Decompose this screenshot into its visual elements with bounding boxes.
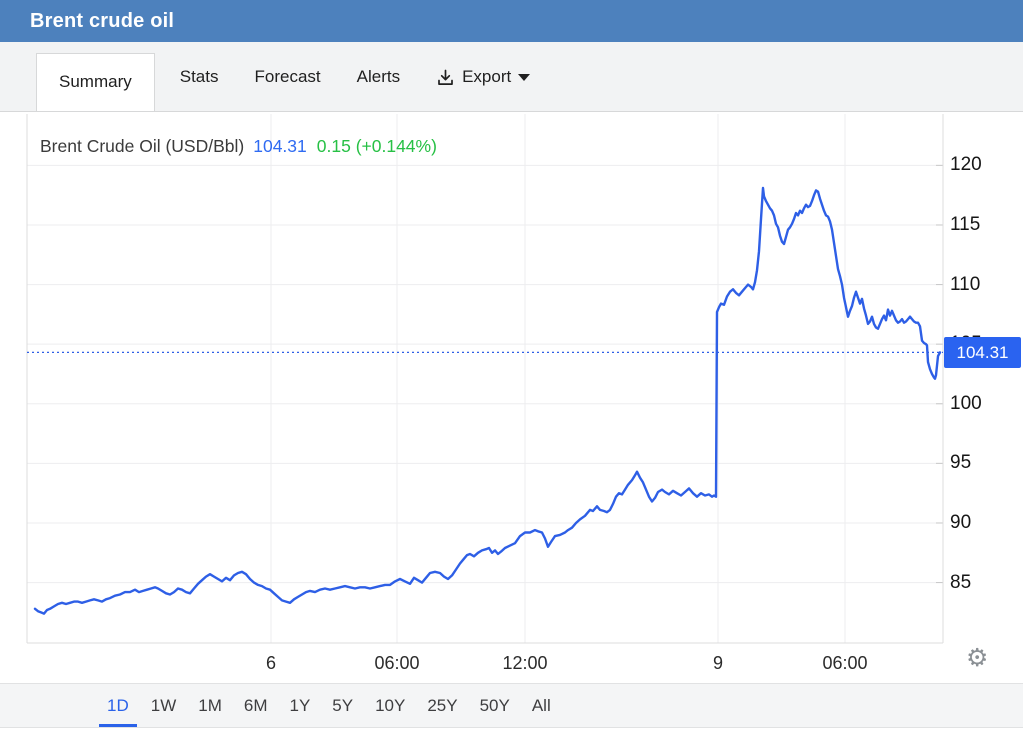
range-5y[interactable]: 5Y xyxy=(324,684,361,727)
tab-alerts[interactable]: Alerts xyxy=(344,42,413,112)
last-price: 104.31 xyxy=(253,136,307,156)
caret-down-icon xyxy=(518,74,530,81)
range-25y[interactable]: 25Y xyxy=(419,684,465,727)
gear-icon[interactable]: ⚙ xyxy=(966,644,988,672)
tab-forecast[interactable]: Forecast xyxy=(241,42,333,112)
x-axis-label: 06:00 xyxy=(352,652,442,674)
tab-forecast-label: Forecast xyxy=(254,67,320,86)
range-1y[interactable]: 1Y xyxy=(281,684,318,727)
range-50y[interactable]: 50Y xyxy=(472,684,518,727)
x-axis-label: 6 xyxy=(226,652,316,674)
tab-bar: Summary Stats Forecast Alerts Export xyxy=(0,42,1023,112)
page-title: Brent crude oil xyxy=(30,10,174,33)
y-axis-label: 90 xyxy=(950,512,1010,534)
range-toolbar: 1D 1W 1M 6M 1Y 5Y 10Y 25Y 50Y All xyxy=(0,683,1023,728)
download-icon xyxy=(436,68,455,87)
range-1m[interactable]: 1M xyxy=(190,684,230,727)
y-axis-label: 95 xyxy=(950,452,1010,474)
app-header: Brent crude oil xyxy=(0,0,1023,42)
tab-stats-label: Stats xyxy=(180,67,219,86)
range-6m[interactable]: 6M xyxy=(236,684,276,727)
x-axis-label: 9 xyxy=(673,652,763,674)
range-all[interactable]: All xyxy=(524,684,559,727)
y-axis-label: 110 xyxy=(950,274,1010,296)
tab-summary[interactable]: Summary xyxy=(36,53,155,111)
price-line-chart xyxy=(0,112,1023,683)
y-axis-label: 115 xyxy=(950,214,1010,236)
price-change: 0.15 (+0.144%) xyxy=(317,136,437,156)
y-axis-label: 85 xyxy=(950,572,1010,594)
x-axis-label: 12:00 xyxy=(480,652,570,674)
chart-title: Brent Crude Oil (USD/Bbl) 104.31 0.15 (+0.… xyxy=(40,136,437,157)
range-1w[interactable]: 1W xyxy=(143,684,185,727)
tab-alerts-label: Alerts xyxy=(357,67,400,86)
export-button[interactable]: Export xyxy=(423,42,543,112)
y-axis-label: 120 xyxy=(950,154,1010,176)
x-axis-label: 06:00 xyxy=(800,652,890,674)
page: Brent crude oil Summary Stats Forecast A… xyxy=(0,0,1023,750)
y-axis-label: 100 xyxy=(950,393,1010,415)
range-1d[interactable]: 1D xyxy=(99,684,137,727)
instrument-name: Brent Crude Oil (USD/Bbl) xyxy=(40,136,244,156)
tab-summary-label: Summary xyxy=(59,72,132,91)
chart-panel: Brent Crude Oil (USD/Bbl) 104.31 0.15 (+0.… xyxy=(0,112,1023,683)
current-price-badge: 104.31 xyxy=(944,337,1021,368)
export-label: Export xyxy=(462,42,511,112)
range-10y[interactable]: 10Y xyxy=(367,684,413,727)
tab-stats[interactable]: Stats xyxy=(167,42,232,112)
